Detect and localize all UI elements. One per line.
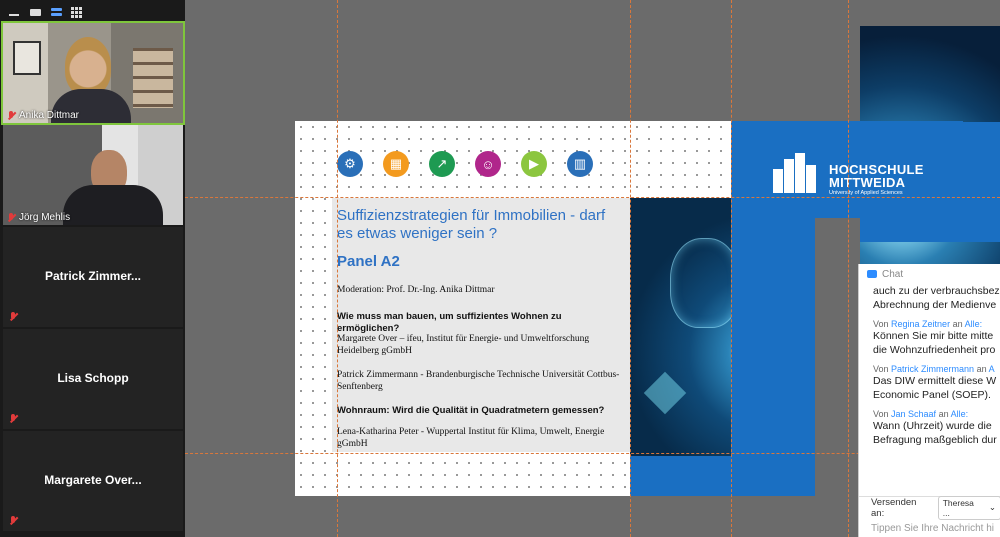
message-line: die Wohnzufriedenheit pro: [873, 344, 996, 356]
chart-growth-icon: ↗: [429, 151, 455, 177]
message-label-to: an: [938, 409, 949, 419]
recipient-value: Theresa ...: [942, 497, 974, 518]
muted-mic-icon: [9, 312, 18, 321]
participant-gallery: Anika Dittmar Jörg Mehlis Patrick Zimmer…: [0, 0, 185, 537]
muted-mic-icon: [7, 213, 16, 222]
message-recipient[interactable]: Alle:: [951, 409, 969, 419]
message-recipient[interactable]: A: [989, 364, 995, 374]
message-label-from: Von: [873, 319, 892, 329]
participant-tile-joerg[interactable]: Jörg Mehlis: [3, 125, 183, 225]
chat-icon: [867, 270, 877, 278]
chat-message: Von Regina Zeitner an Alle: Können Sie m…: [859, 319, 1000, 357]
message-label-from: Von: [873, 409, 892, 419]
chat-title: Chat: [882, 268, 904, 280]
speaker-2: Patrick Zimmermann - Brandenburgische Te…: [337, 370, 620, 392]
muted-mic-icon: [9, 516, 18, 525]
message-label-to: an: [976, 364, 987, 374]
logo-subtitle: University of Applied Sciences: [829, 190, 903, 196]
participant-name: Jörg Mehlis: [19, 212, 71, 223]
message-recipient[interactable]: Alle:: [965, 319, 983, 329]
muted-mic-icon: [9, 414, 18, 423]
chip-icon: ▦: [383, 151, 409, 177]
message-line: auch zu der verbrauchsbez: [873, 285, 1000, 297]
people-icon: ☺: [475, 151, 501, 177]
chat-message: auch zu der verbrauchsbez Abrechnung der…: [859, 284, 1000, 312]
message-label-to: an: [952, 319, 963, 329]
gallery-view-icon[interactable]: [71, 6, 82, 18]
single-view-icon[interactable]: [29, 7, 41, 17]
chat-message: Von Jan Schaaf an Alle: Wann (Uhrzeit) w…: [859, 409, 1000, 447]
moderation-text: Moderation: Prof. Dr.-Ing. Anika Dittmar: [337, 285, 495, 295]
chat-message: Von Patrick Zimmermann an A Das DIW ermi…: [859, 364, 1000, 402]
question-2: Wohnraum: Wird die Qualität in Quadratme…: [337, 405, 605, 416]
logo-mark-icon: [773, 153, 817, 193]
message-label-from: Von: [873, 364, 892, 374]
view-toolbar: [0, 0, 185, 24]
message-line: Economic Panel (SOEP).: [873, 389, 991, 401]
slide-panel-label: Panel A2: [337, 253, 400, 270]
message-sender[interactable]: Patrick Zimmermann: [891, 364, 974, 374]
participant-tile-anika[interactable]: Anika Dittmar: [1, 21, 185, 125]
participant-name: Patrick Zimmer...: [44, 269, 142, 283]
logo-line-2: MITTWEIDA: [829, 175, 906, 190]
speaker-1: Margarete Over – ifeu, Institut für Ener…: [337, 334, 590, 356]
participant-name: Margarete Over...: [44, 473, 142, 487]
slide-icon-row: ⚙ ▦ ↗ ☺ ▶ ▥: [337, 151, 593, 177]
recipient-select[interactable]: Theresa ... ⌄: [937, 495, 1000, 520]
message-line: Befragung maßgeblich dur: [873, 434, 997, 446]
chat-header: Chat: [859, 264, 1000, 284]
participant-tile-lisa[interactable]: Lisa Schopp: [3, 329, 183, 429]
message-line: Können Sie mir bitte mitte: [873, 330, 994, 342]
message-sender[interactable]: Regina Zeitner: [891, 319, 950, 329]
chat-panel: Chat auch zu der verbrauchsbez Abrechnun…: [858, 264, 1000, 537]
send-to-label: Versenden an:: [871, 496, 917, 519]
send-to-row: Versenden an: Theresa ... ⌄: [859, 495, 1000, 520]
message-line: Wann (Uhrzeit) wurde die: [873, 420, 992, 432]
slide-title: Suffizienzstrategien für Immobilien - da…: [337, 207, 606, 242]
message-sender[interactable]: Jan Schaaf: [891, 409, 936, 419]
question-1: Wie muss man bauen, um suffizientes Wohn…: [337, 311, 562, 334]
gear-icon: ⚙: [337, 151, 363, 177]
video-screen-icon: ▶: [521, 151, 547, 177]
chat-message-input[interactable]: Tippen Sie Ihre Nachricht hi: [871, 523, 994, 534]
chevron-down-icon: ⌄: [988, 502, 996, 512]
participant-tile-margarete[interactable]: Margarete Over...: [3, 431, 183, 531]
participant-name: Lisa Schopp: [57, 371, 129, 385]
muted-mic-icon: [7, 111, 16, 120]
message-line: Abrechnung der Medienve: [873, 299, 997, 311]
minimize-icon[interactable]: [8, 7, 20, 17]
participant-tile-patrick[interactable]: Patrick Zimmer...: [3, 227, 183, 327]
speaker-view-icon[interactable]: [50, 7, 62, 17]
building-icon: ▥: [567, 151, 593, 177]
university-logo: HOCHSCHULE MITTWEIDA University of Appli…: [731, 121, 963, 218]
message-line: Das DIW ermittelt diese W: [873, 375, 997, 387]
participant-name: Anika Dittmar: [19, 110, 80, 121]
speaker-3: Lena-Katharina Peter - Wuppertal Institu…: [337, 427, 605, 449]
